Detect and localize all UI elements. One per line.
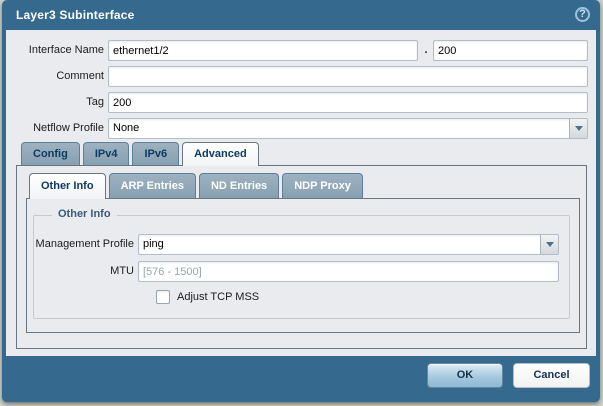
main-tab-area: Config IPv4 IPv6 Advanced Other Info ARP… [16,142,587,349]
dialog-body: Interface Name . Comment Tag Netflow Pro… [6,30,596,356]
window-title: Layer3 Subinterface [16,0,135,30]
chevron-down-icon [546,242,554,247]
tab-ipv6[interactable]: IPv6 [132,142,179,165]
mtu-input[interactable] [138,261,559,282]
chevron-down-icon [575,126,583,131]
interface-name-label: Interface Name [6,40,104,61]
other-info-legend: Other Info [52,208,117,220]
interface-name-row: Interface Name . [6,40,596,61]
netflow-profile-value: None [109,119,569,138]
management-profile-value: ping [139,235,540,254]
subinterface-separator: . [421,40,431,61]
management-profile-row: Management Profile ping [34,234,569,255]
management-profile-trigger[interactable] [540,235,558,254]
other-info-fieldset: Other Info Management Profile ping [33,215,570,319]
ok-button[interactable]: OK [427,363,503,388]
sub-tabstrip: Other Info ARP Entries ND Entries NDP Pr… [26,173,580,199]
comment-label: Comment [6,66,104,87]
help-icon[interactable]: ? [575,7,590,22]
cancel-button[interactable]: Cancel [513,363,590,388]
advanced-tab-panel: Other Info ARP Entries ND Entries NDP Pr… [16,166,587,349]
main-tabstrip: Config IPv4 IPv6 Advanced [16,142,587,166]
tag-label: Tag [6,92,104,113]
netflow-profile-select[interactable]: None [108,118,588,139]
netflow-dropdown-trigger[interactable] [569,119,587,138]
adjust-tcp-mss-label: Adjust TCP MSS [177,288,259,307]
interface-name-input[interactable] [108,40,418,61]
tab-config[interactable]: Config [21,142,80,165]
management-profile-select[interactable]: ping [138,234,559,255]
titlebar: Layer3 Subinterface ? [2,0,600,30]
subinterface-number-input[interactable] [433,40,588,61]
management-profile-label: Management Profile [34,234,134,255]
adjust-tcp-mss-checkbox[interactable] [156,290,170,304]
comment-input[interactable] [108,66,588,87]
comment-row: Comment [6,66,596,87]
mtu-row: MTU [34,261,569,282]
dialog-window: Layer3 Subinterface ? Interface Name . C… [2,0,600,402]
adjust-tcp-mss-row: Adjust TCP MSS [34,288,569,309]
sub-tab-area: Other Info ARP Entries ND Entries NDP Pr… [26,173,580,333]
subtab-arp-entries[interactable]: ARP Entries [109,173,196,198]
footer: OK Cancel [2,356,600,402]
netflow-profile-row: Netflow Profile None [6,118,596,139]
tab-advanced[interactable]: Advanced [182,142,259,166]
tab-ipv4[interactable]: IPv4 [83,142,130,165]
subtab-other-info[interactable]: Other Info [29,173,106,199]
tag-input[interactable] [108,92,588,113]
subtab-nd-entries[interactable]: ND Entries [199,173,279,198]
subtab-ndp-proxy[interactable]: NDP Proxy [282,173,363,198]
other-info-tab-panel: Other Info Management Profile ping [26,199,580,333]
mtu-label: MTU [34,261,134,282]
tag-row: Tag [6,92,596,113]
netflow-profile-label: Netflow Profile [6,118,104,139]
